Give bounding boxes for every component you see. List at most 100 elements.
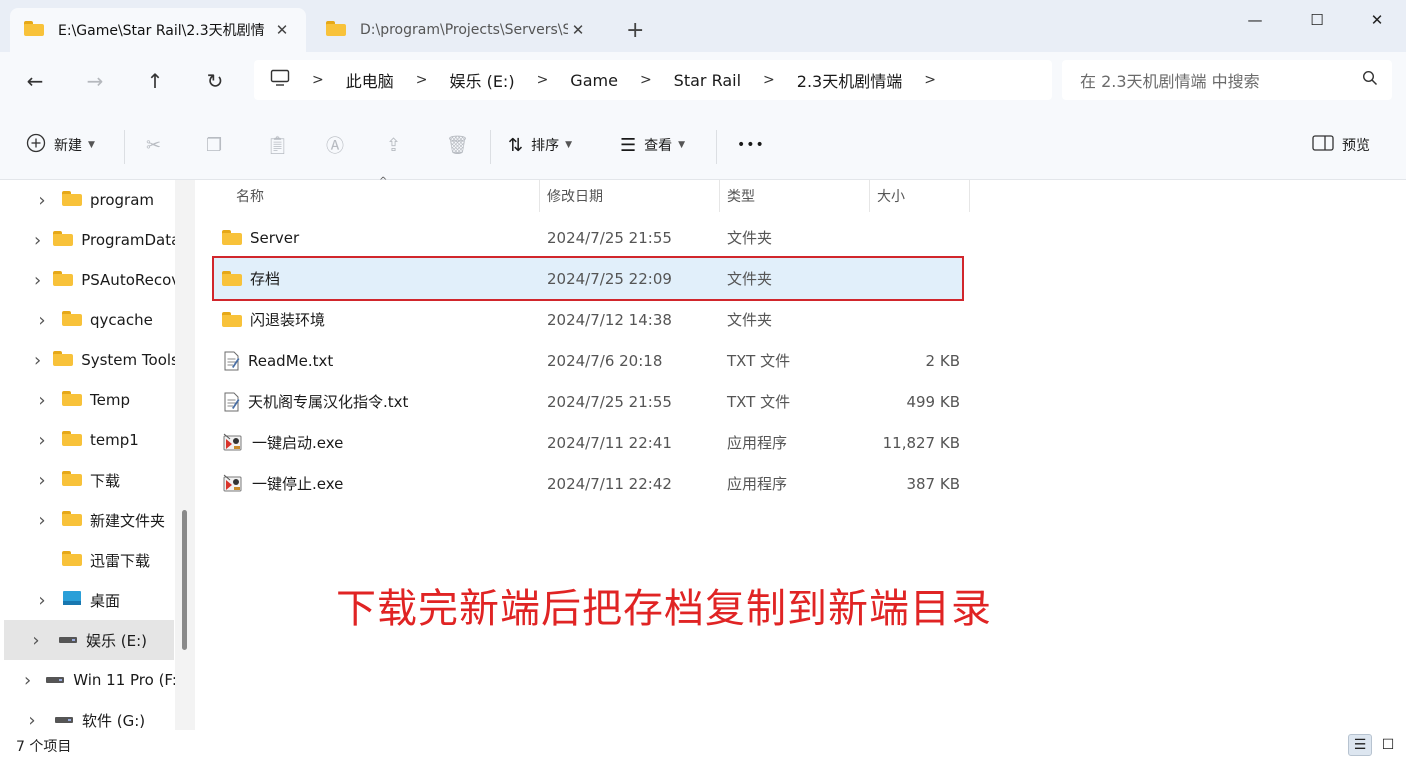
sidebar-item[interactable]: 迅雷下载 (0, 540, 175, 580)
clipboard-icon: 📋︎ (266, 134, 289, 156)
folder-icon (62, 310, 82, 330)
file-row[interactable]: 一键停止.exe 2024/7/11 22:42 应用程序 387 KB (214, 463, 962, 504)
tiles-view-button[interactable]: ☐ (1376, 734, 1400, 756)
chevron-right-icon[interactable]: › (34, 230, 41, 251)
chevron-right-icon[interactable]: › (34, 430, 50, 451)
details-view-button[interactable]: ☰ (1348, 734, 1372, 756)
file-name: 天机阁专属汉化指令.txt (248, 393, 409, 411)
address-bar[interactable]: > 此电脑 > 娱乐 (E:) > Game > Star Rail > 2.3… (254, 60, 1052, 100)
folder-icon (326, 20, 346, 40)
breadcrumb-game[interactable]: Game (570, 71, 618, 90)
file-row[interactable]: 闪退装环境 2024/7/12 14:38 文件夹 (214, 299, 962, 340)
share-button[interactable]: ⇪ (386, 132, 409, 158)
column-header-date[interactable]: 修改日期 (537, 180, 719, 212)
search-icon[interactable] (1362, 70, 1378, 90)
application-icon (222, 474, 244, 494)
sidebar-item[interactable]: › 下载 (0, 460, 175, 500)
chevron-right-icon[interactable]: › (34, 310, 50, 331)
tab-inactive[interactable]: D:\program\Projects\Servers\St ✕ (312, 8, 602, 52)
new-tab-button[interactable]: + (626, 18, 644, 44)
cut-button[interactable]: ✂ (146, 132, 169, 158)
toolbar-divider (716, 130, 717, 164)
close-window-button[interactable]: ✕ (1362, 8, 1392, 32)
preview-pane-button[interactable]: 预览 (1312, 132, 1370, 158)
copy-button[interactable]: ❐ (206, 132, 230, 158)
chevron-right-icon[interactable]: › (34, 270, 41, 291)
column-header-type[interactable]: 类型 (717, 180, 869, 212)
desktop-icon (62, 590, 82, 610)
paste-button[interactable]: 📋︎ (266, 132, 297, 158)
sidebar-item[interactable]: › 桌面 (0, 580, 175, 620)
sidebar-item[interactable]: › program (0, 180, 175, 220)
sidebar-item[interactable]: › 娱乐 (E:) (4, 620, 174, 660)
file-date: 2024/7/25 21:55 (547, 228, 672, 247)
file-type: 文件夹 (727, 311, 773, 329)
sidebar-item[interactable]: › ProgramData (0, 220, 175, 260)
sidebar-scrollbar-thumb[interactable] (182, 510, 187, 650)
up-button[interactable]: ↑ (140, 66, 170, 96)
new-button-label: 新建 (54, 138, 82, 154)
sidebar-item[interactable]: › Win 11 Pro (F:) (0, 660, 175, 700)
refresh-button[interactable]: ↻ (200, 66, 230, 96)
back-button[interactable]: ← (20, 66, 50, 96)
file-type: TXT 文件 (727, 393, 791, 411)
sidebar-item[interactable]: › Temp (0, 380, 175, 420)
column-divider[interactable] (969, 180, 970, 212)
file-name: 一键停止.exe (252, 475, 344, 493)
more-options-button[interactable]: ••• (737, 132, 765, 158)
file-type: 应用程序 (727, 434, 788, 452)
close-tab-icon[interactable]: ✕ (568, 21, 588, 39)
sort-button[interactable]: ⇅ 排序 ▼ (508, 132, 572, 158)
sidebar-item-label: 新建文件夹 (90, 511, 166, 530)
breadcrumb-this-pc[interactable]: 此电脑 (346, 68, 394, 92)
navigation-pane: › program › ProgramData › PSAutoRecover › qycac… (0, 180, 195, 730)
chevron-right-icon[interactable]: › (24, 670, 31, 691)
sort-button-label: 排序 (531, 138, 560, 154)
chevron-right-icon[interactable]: › (34, 390, 50, 411)
close-tab-icon[interactable]: ✕ (272, 21, 292, 39)
file-date: 2024/7/12 14:38 (547, 310, 672, 329)
sidebar-item[interactable]: › 新建文件夹 (0, 500, 175, 540)
chevron-right-icon[interactable]: › (28, 630, 44, 651)
file-name-cell: Server (222, 217, 299, 258)
column-header-size[interactable]: 大小 (867, 180, 969, 212)
column-header-name[interactable]: 名称 (226, 180, 538, 212)
file-size: 2 KB (925, 351, 960, 370)
rename-button[interactable]: Ⓐ (326, 132, 352, 158)
breadcrumb-star-rail[interactable]: Star Rail (674, 71, 741, 90)
file-row[interactable]: 存档 2024/7/25 22:09 文件夹 (212, 256, 964, 301)
chevron-right-icon[interactable]: › (34, 470, 50, 491)
sidebar-item[interactable]: › 软件 (G:) (0, 700, 175, 731)
sidebar-item[interactable]: › qycache (0, 300, 175, 340)
file-row[interactable]: ReadMe.txt 2024/7/6 20:18 TXT 文件 2 KB (214, 340, 962, 381)
sidebar-item[interactable]: › temp1 (0, 420, 175, 460)
chevron-right-icon[interactable]: › (34, 510, 50, 531)
file-date: 2024/7/25 22:09 (547, 269, 672, 288)
chevron-right-icon[interactable]: › (34, 350, 41, 371)
delete-button[interactable]: 🗑︎ (446, 132, 477, 158)
view-button[interactable]: ☰ 查看 ▼ (620, 132, 685, 158)
maximize-button[interactable]: ☐ (1302, 8, 1332, 32)
file-name: Server (250, 228, 300, 247)
sidebar-item[interactable]: › System Tools (0, 340, 175, 380)
breadcrumb-drive-e[interactable]: 娱乐 (E:) (449, 68, 514, 92)
file-row[interactable]: 一键启动.exe 2024/7/11 22:41 应用程序 11,827 KB (214, 422, 962, 463)
file-row[interactable]: Server 2024/7/25 21:55 文件夹 (214, 217, 962, 258)
minimize-button[interactable]: — (1240, 8, 1270, 32)
forward-button[interactable]: → (80, 66, 110, 96)
tab-active[interactable]: E:\Game\Star Rail\2.3天机剧情 ✕ (10, 8, 306, 52)
item-count: 7 个项目 (16, 739, 72, 755)
chevron-right-icon[interactable]: › (34, 190, 50, 211)
search-input[interactable]: 在 2.3天机剧情端 中搜索 (1080, 68, 1362, 92)
breadcrumb-current-folder[interactable]: 2.3天机剧情端 (797, 68, 902, 92)
new-button[interactable]: 新建 ▼ (26, 132, 95, 158)
chevron-down-icon: ▼ (678, 140, 686, 150)
chevron-right-icon[interactable]: › (34, 590, 50, 611)
sidebar-item[interactable]: › PSAutoRecover (0, 260, 175, 300)
chevron-right-icon[interactable]: › (24, 710, 40, 731)
rename-icon: Ⓐ (326, 136, 344, 157)
breadcrumb-separator: > (639, 72, 652, 88)
search-box[interactable]: 在 2.3天机剧情端 中搜索 (1062, 60, 1392, 100)
breadcrumb-separator: > (763, 72, 775, 88)
file-row[interactable]: 天机阁专属汉化指令.txt 2024/7/25 21:55 TXT 文件 499 KB (214, 381, 962, 422)
